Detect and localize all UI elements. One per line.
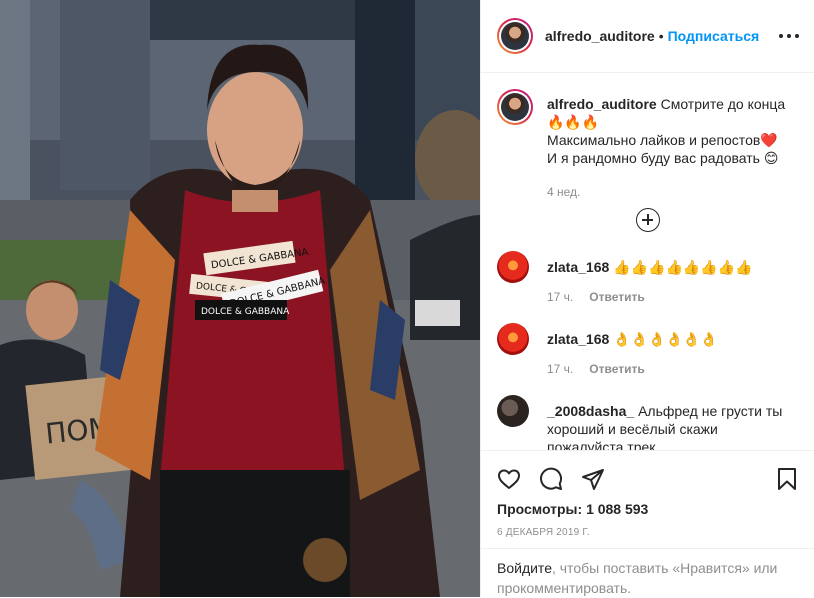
comment-username[interactable]: zlata_168 [547, 331, 609, 347]
comment-time[interactable]: 17 ч. [547, 362, 573, 376]
views-label: Просмотры: [497, 501, 583, 517]
author-avatar[interactable] [497, 18, 533, 54]
post-actions: Просмотры: 1 088 593 6 ДЕКАБРЯ 2019 Г. В… [481, 450, 814, 597]
post-sidebar: alfredo_auditore • Подписаться alfredo_a… [480, 0, 814, 597]
plus-circle-icon[interactable] [636, 208, 660, 232]
follow-button[interactable]: Подписаться [668, 28, 760, 44]
share-icon[interactable] [581, 467, 605, 491]
shirt-label-4: DOLCE & GABBANA [201, 307, 290, 317]
caption: alfredo_auditore Смотрите до конца 🔥🔥🔥 М… [497, 89, 799, 201]
caption-line-3: И я рандомно буду вас радовать 😊 [547, 150, 779, 166]
caption-line-2: Максимально лайков и репостов❤️ [547, 132, 778, 148]
caption-time[interactable]: 4 нед. [547, 183, 785, 201]
post-view: ПОМОГ DOLCE & GABBANA [0, 0, 814, 597]
caption-avatar[interactable] [497, 89, 533, 125]
login-link[interactable]: Войдите [497, 560, 552, 576]
caption-line-1: Смотрите до конца [660, 96, 786, 112]
comment-text: 👍👍👍👍👍👍👍👍 [613, 259, 753, 275]
reply-button[interactable]: Ответить [589, 362, 644, 376]
login-prompt: Войдите, чтобы поставить «Нравится» или … [481, 548, 814, 598]
author-username[interactable]: alfredo_auditore [545, 28, 655, 44]
more-icon[interactable] [779, 26, 799, 46]
comment-username[interactable]: _2008dasha_ [547, 403, 634, 419]
reply-button[interactable]: Ответить [589, 290, 644, 304]
comment-item: _2008dasha_ Альфред не грусти ты хороший… [497, 395, 799, 450]
comment-avatar[interactable] [497, 251, 529, 283]
heart-icon[interactable] [497, 467, 521, 491]
bookmark-icon[interactable] [775, 467, 799, 491]
views-value: 1 088 593 [586, 501, 649, 517]
caption-username[interactable]: alfredo_auditore [547, 96, 657, 112]
comment-text: 👌👌👌👌👌👌 [613, 331, 718, 347]
video-frame: ПОМОГ DOLCE & GABBANA [0, 0, 480, 597]
comment-avatar[interactable] [497, 395, 529, 427]
comment-username[interactable]: zlata_168 [547, 259, 609, 275]
comment-avatar[interactable] [497, 323, 529, 355]
comment-time[interactable]: 17 ч. [547, 290, 573, 304]
comment-icon[interactable] [539, 467, 563, 491]
post-media[interactable]: ПОМОГ DOLCE & GABBANA [0, 0, 480, 597]
post-date[interactable]: 6 ДЕКАБРЯ 2019 Г. [497, 527, 799, 538]
caption-line-1-emoji: 🔥🔥🔥 [547, 114, 600, 130]
views-count[interactable]: Просмотры: 1 088 593 [497, 501, 799, 517]
comment-item: zlata_168 👍👍👍👍👍👍👍👍 17 ч. Ответить [497, 251, 799, 304]
comment-item: zlata_168 👌👌👌👌👌👌 17 ч. Ответить [497, 323, 799, 376]
comments-list[interactable]: alfredo_auditore Смотрите до конца 🔥🔥🔥 М… [481, 73, 814, 450]
separator-dot: • [658, 28, 664, 44]
post-header: alfredo_auditore • Подписаться [481, 0, 814, 73]
